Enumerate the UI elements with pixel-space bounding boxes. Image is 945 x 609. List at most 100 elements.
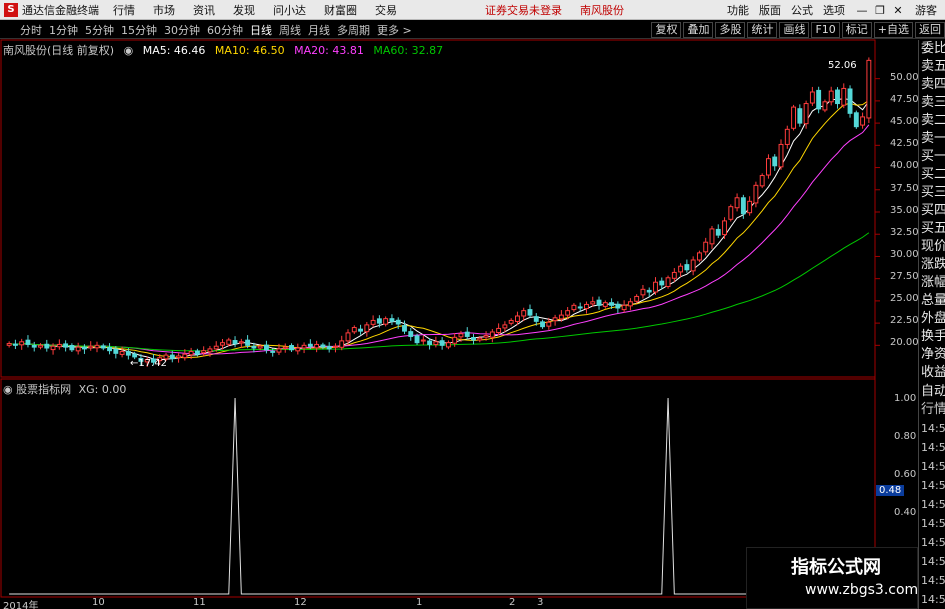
ma60-value: MA60: 32.87 [373, 44, 444, 57]
side-panel-item[interactable]: 14:50 [919, 419, 945, 438]
side-panel-item[interactable]: 14:50 [919, 476, 945, 495]
side-panel-item[interactable]: 卖二 [919, 112, 945, 130]
side-panel-item[interactable]: 14:50 [919, 590, 945, 609]
x-axis-feb: 2 [509, 597, 516, 608]
candle-body [772, 156, 778, 167]
candle-body [646, 289, 652, 293]
price-axis-label: 50.00 [890, 72, 919, 83]
side-panel-item[interactable]: 总量 [919, 292, 945, 310]
candle-body [565, 310, 571, 316]
candle-body [816, 89, 822, 110]
side-panel-item[interactable]: 买四 [919, 202, 945, 220]
candle-body [56, 343, 62, 348]
side-panel-item[interactable]: 14:50 [919, 438, 945, 457]
indicator-toggle-icon[interactable]: ◉ [3, 383, 13, 396]
candle-body [427, 340, 433, 345]
candle-body [690, 259, 696, 272]
side-panel-item[interactable]: 14:50 [919, 552, 945, 571]
x-axis-nov: 11 [193, 597, 206, 608]
candle-body [370, 319, 376, 325]
candle-body [822, 101, 828, 111]
side-panel-item[interactable]: 买二 [919, 166, 945, 184]
candle-body [464, 331, 470, 337]
candle-body [791, 106, 797, 129]
side-panel-item[interactable]: 买五 [919, 220, 945, 238]
candle-body [125, 351, 131, 356]
candle-body [132, 353, 138, 358]
price-axis-label: 32.50 [890, 226, 919, 238]
candle-body [100, 345, 106, 349]
x-axis-jan: 1 [416, 597, 423, 608]
side-panel-item[interactable]: 涨跌 [919, 256, 945, 274]
side-panel-item[interactable]: 买一 [919, 148, 945, 166]
candle-body [376, 318, 382, 324]
candle-body [445, 342, 451, 348]
candle-body [383, 318, 389, 325]
side-panel-item[interactable]: 14:50 [919, 533, 945, 552]
candle-body [333, 345, 338, 348]
side-panel-item[interactable]: 现价 [919, 238, 945, 256]
candle-body [320, 344, 326, 348]
side-panel-item[interactable]: 卖三 [919, 94, 945, 112]
candle-body [558, 314, 564, 320]
candle-body [809, 91, 815, 104]
candle-body [282, 346, 288, 349]
sub-axis-080: 0.80 [894, 431, 917, 442]
candle-body [533, 316, 539, 322]
candle-body [402, 325, 407, 332]
candle-body [803, 103, 809, 125]
side-panel-item[interactable]: 14:50 [919, 495, 945, 514]
side-panel-item[interactable]: 14:50 [919, 457, 945, 476]
side-panel-item[interactable]: 卖四 [919, 76, 945, 94]
candle-body [841, 87, 847, 106]
side-panel-item[interactable]: 净资 [919, 346, 945, 364]
side-panel-item[interactable]: 行情 [919, 401, 945, 419]
candle-body [715, 228, 721, 236]
candle-body [753, 184, 759, 204]
candle-body [63, 343, 69, 348]
candle-body [351, 327, 357, 333]
kline-chart[interactable] [0, 0, 945, 609]
candle-body [307, 343, 313, 347]
kline-title: 南风股份(日线 前复权) [3, 44, 115, 57]
side-panel-item[interactable]: 14:50 [919, 514, 945, 533]
candle-body [220, 342, 225, 346]
side-panel-item[interactable]: 卖一 [919, 130, 945, 148]
side-panel-item[interactable]: 收益 [919, 364, 945, 382]
candle-body [514, 315, 520, 323]
candle-body [747, 200, 753, 214]
indicator-xg-value: XG: 0.00 [78, 383, 127, 396]
candle-body [477, 337, 483, 341]
ma-toggle-icon[interactable]: ◉ [124, 44, 134, 57]
side-panel-item[interactable]: 14:50 [919, 571, 945, 590]
quote-side-panel: 委比 卖五 卖四 卖三 卖二 卖一 买一 买二 买三 买四 买五 现价 涨跌 涨幅 总量 外盘 换手 净资 收益 自动… [918, 40, 945, 609]
low-price-label: ←17.42 [130, 358, 168, 369]
ma5-value: MA5: 46.46 [142, 44, 206, 57]
ma10-line [9, 99, 870, 359]
candle-body [734, 197, 740, 209]
candle-body [835, 89, 840, 105]
candle-body [226, 339, 232, 345]
side-panel-item[interactable]: 换手 [919, 328, 945, 346]
price-axis-label: 37.50 [890, 182, 919, 194]
side-panel-item[interactable]: 卖五 [919, 58, 945, 76]
candle-body [75, 346, 81, 352]
candle-body [828, 90, 834, 103]
candle-body [684, 264, 690, 271]
candle-body [621, 304, 627, 311]
side-panel-item[interactable]: 涨幅 [919, 274, 945, 292]
candle-body [778, 143, 784, 168]
price-axis-label: 42.50 [890, 138, 919, 150]
candle-body [496, 327, 502, 334]
candle-body [6, 343, 12, 346]
sub-axis-040: 0.40 [894, 507, 917, 518]
candle-body [339, 340, 345, 348]
side-panel-item[interactable]: 自动 [919, 383, 945, 401]
candle-body [759, 175, 765, 187]
candle-body [276, 348, 282, 353]
candle-body [364, 324, 370, 333]
side-panel-item[interactable]: 买三 [919, 184, 945, 202]
side-panel-item[interactable]: 委比 [919, 40, 945, 58]
side-panel-item[interactable]: 外盘 [919, 310, 945, 328]
candle-body [458, 333, 464, 338]
